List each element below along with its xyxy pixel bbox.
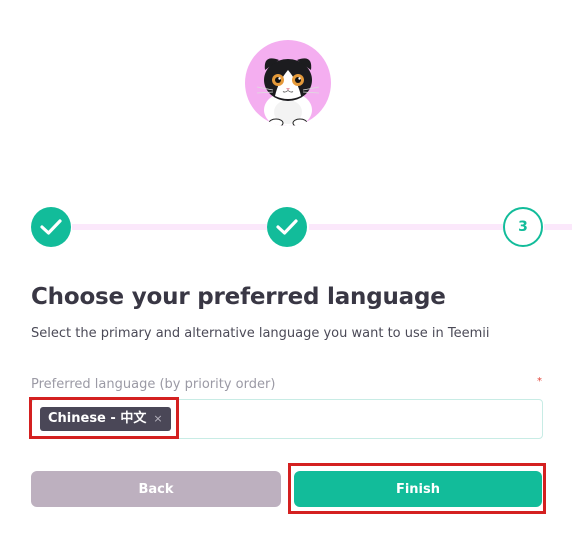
onboarding-page: 3 Choose your preferred language Select … — [0, 0, 572, 535]
step-3-current: 3 — [503, 207, 543, 247]
preferred-language-label: Preferred language (by priority order) — [31, 377, 276, 392]
back-button[interactable]: Back — [31, 471, 281, 507]
step-2-completed — [267, 207, 307, 247]
checkmark-icon — [276, 219, 298, 235]
page-subtitle: Select the primary and alternative langu… — [31, 326, 490, 341]
finish-highlight-box — [288, 463, 546, 514]
page-title: Choose your preferred language — [31, 284, 446, 310]
checkmark-icon — [40, 219, 62, 235]
stepper-connector — [309, 224, 504, 230]
progress-stepper: 3 — [0, 205, 572, 249]
stepper-connector — [72, 224, 267, 230]
stepper-connector — [544, 224, 572, 230]
tag-highlight-box — [29, 397, 179, 439]
required-mark: * — [537, 376, 542, 387]
step-1-completed — [31, 207, 71, 247]
cat-avatar-icon — [245, 40, 331, 126]
